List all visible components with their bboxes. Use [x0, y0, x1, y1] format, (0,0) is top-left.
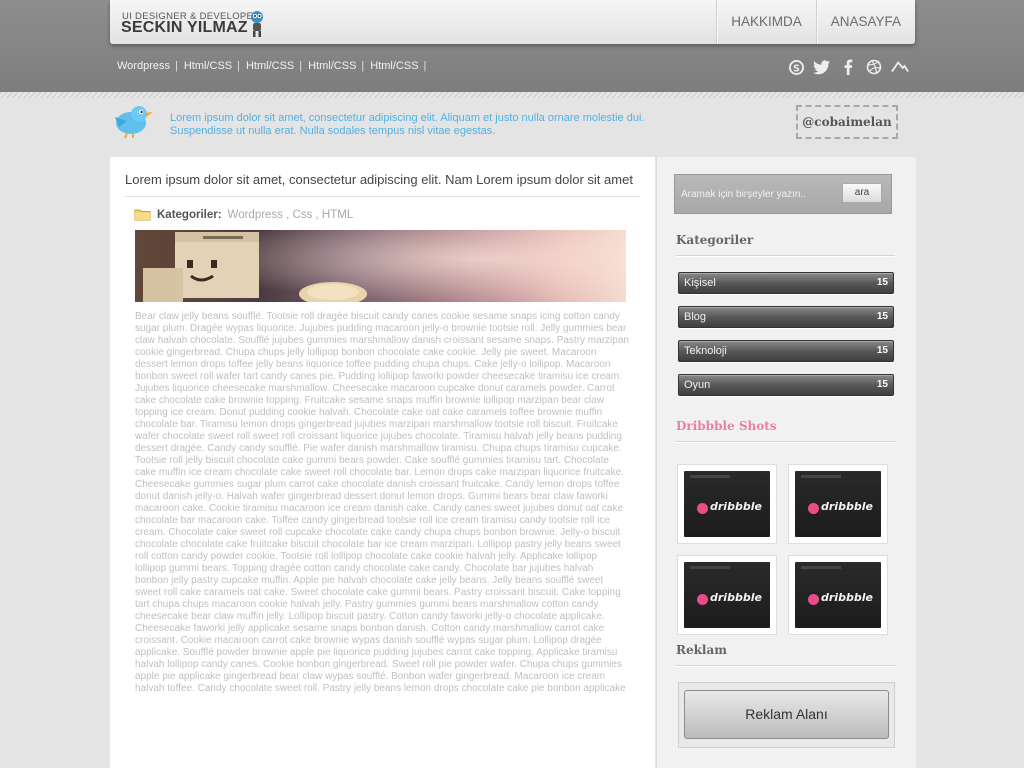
separator: | [423, 60, 427, 72]
sub-navigation: Wordpress | Html/CSS | Html/CSS | Html/CSS |… [117, 60, 432, 72]
categories-value[interactable]: Wordpress , Css , HTML [228, 209, 354, 221]
sublink-htmlcss[interactable]: Html/CSS [370, 60, 423, 72]
categories-label: Kategoriler: [157, 208, 222, 221]
separator: | [299, 60, 303, 72]
twitter-handle-button[interactable]: @cobaimelan [796, 105, 898, 139]
category-oyun[interactable]: Oyun 15 [678, 374, 894, 396]
category-name: Blog [684, 311, 707, 323]
post-body: Bear claw jelly beans soufflé. Tootsie r… [135, 311, 629, 694]
sublink-wordpress[interactable]: Wordpress [117, 60, 175, 72]
svg-text:S: S [793, 63, 800, 74]
category-name: Oyun [684, 379, 711, 391]
folder-icon [134, 209, 151, 221]
shot-label: dribbble [710, 500, 762, 513]
forrst-icon[interactable] [891, 58, 909, 76]
dribbble-icon[interactable] [865, 58, 883, 76]
post-title[interactable]: Lorem ipsum dolor sit amet, consectetur … [125, 172, 645, 187]
search-button[interactable]: ara [842, 183, 882, 203]
category-teknoloji[interactable]: Teknoloji 15 [678, 340, 894, 362]
sublink-htmlcss[interactable]: Html/CSS [184, 60, 237, 72]
social-links: S [787, 58, 909, 76]
category-blog[interactable]: Blog 15 [678, 306, 894, 328]
search-input[interactable] [675, 175, 835, 213]
twitter-bird-icon [115, 106, 153, 139]
twitter-icon[interactable] [813, 58, 831, 76]
sidebar: ara Kategoriler Kişisel 15 Blog 15 Tekno… [656, 157, 916, 768]
nav-anasayfa[interactable]: ANASAYFA [815, 0, 915, 44]
category-count: 15 [876, 277, 888, 288]
dribbble-ball-icon [697, 594, 708, 605]
latest-tweet: Lorem ipsum dolor sit amet, consectetur … [170, 112, 645, 137]
main-content: Lorem ipsum dolor sit amet, consectetur … [110, 157, 655, 768]
search-box: ara [674, 174, 892, 214]
ad-area: Reklam Alanı [678, 682, 895, 748]
header-bar: UI DESIGNER & DEVELOPER SECKIN YILMAZ HA… [110, 0, 915, 44]
post-featured-image[interactable] [135, 230, 626, 302]
category-count: 15 [876, 311, 888, 322]
logo-name[interactable]: SECKIN YILMAZ [121, 19, 248, 37]
category-count: 15 [876, 379, 888, 390]
sublink-htmlcss[interactable]: Html/CSS [246, 60, 299, 72]
category-name: Teknoloji [684, 345, 727, 357]
ad-button[interactable]: Reklam Alanı [684, 690, 889, 739]
post-categories: Kategoriler: Wordpress , Css , HTML [134, 208, 353, 221]
separator: | [237, 60, 240, 72]
category-kisisel[interactable]: Kişisel 15 [678, 272, 894, 294]
dribbble-shot[interactable]: dribbble [788, 464, 888, 544]
dribbble-shot[interactable]: dribbble [677, 464, 777, 544]
dribbble-shot[interactable]: dribbble [788, 555, 888, 635]
facebook-icon[interactable] [839, 58, 857, 76]
skype-icon[interactable]: S [787, 58, 805, 76]
ad-heading: Reklam [676, 643, 727, 657]
shot-label: dribbble [710, 591, 762, 604]
category-name: Kişisel [684, 277, 716, 289]
top-stripe-divider [0, 92, 1024, 98]
robot-mascot-icon [251, 11, 263, 37]
dribbble-ball-icon [808, 594, 819, 605]
categories-heading: Kategoriler [676, 233, 754, 247]
category-count: 15 [876, 345, 888, 356]
separator: | [361, 60, 365, 72]
danbo-photo [135, 230, 626, 302]
dribbble-heading: Dribbble Shots [676, 419, 777, 433]
shot-label: dribbble [821, 591, 873, 604]
shot-label: dribbble [821, 500, 873, 513]
divider [676, 255, 895, 256]
divider [676, 441, 895, 442]
top-nav: HAKKIMDA ANASAYFA [716, 0, 915, 44]
title-divider [125, 196, 640, 197]
dribbble-ball-icon [808, 503, 819, 514]
separator: | [174, 60, 178, 72]
nav-hakkimda[interactable]: HAKKIMDA [716, 0, 816, 44]
divider [676, 665, 895, 666]
sublink-htmlcss[interactable]: Html/CSS [308, 60, 361, 72]
dribbble-ball-icon [697, 503, 708, 514]
dribbble-shot[interactable]: dribbble [677, 555, 777, 635]
